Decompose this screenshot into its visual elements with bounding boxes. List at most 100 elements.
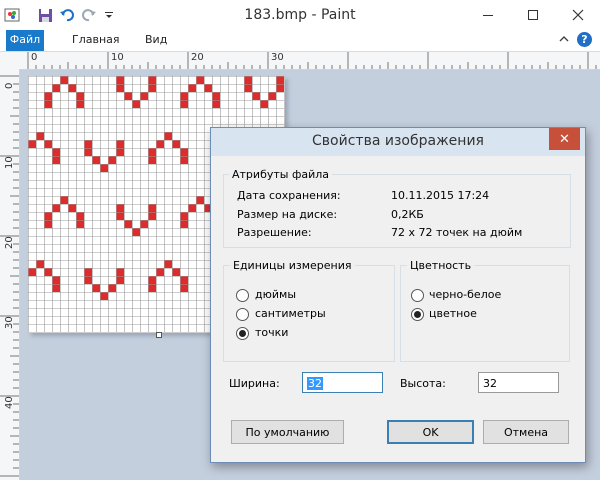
- minimize-icon[interactable]: [465, 0, 510, 30]
- red-pixel: [180, 220, 188, 228]
- red-pixel: [52, 148, 60, 156]
- ruler-label: 10: [111, 52, 124, 63]
- red-pixel: [180, 156, 188, 164]
- red-pixel: [204, 84, 212, 92]
- title-bar: 183.bmp - Paint: [0, 0, 600, 31]
- color-mode-bw-label[interactable]: черно-белое: [429, 288, 501, 301]
- ruler-label: 20: [191, 52, 204, 63]
- red-pixel: [76, 220, 84, 228]
- red-pixel: [52, 276, 60, 284]
- red-pixel: [180, 276, 188, 284]
- cancel-button[interactable]: Отмена: [483, 420, 569, 444]
- help-icon[interactable]: ?: [577, 32, 592, 47]
- red-pixel: [92, 156, 100, 164]
- tab-file[interactable]: Файл: [6, 30, 44, 51]
- red-pixel: [260, 100, 268, 108]
- units-centimeters-radio[interactable]: [236, 308, 249, 321]
- red-pixel: [172, 268, 180, 276]
- red-pixel: [116, 276, 124, 284]
- red-pixel: [164, 132, 172, 140]
- red-pixel: [212, 92, 220, 100]
- red-pixel: [36, 260, 44, 268]
- red-pixel: [44, 220, 52, 228]
- units-inches-label[interactable]: дюймы: [255, 288, 296, 301]
- chevron-up-icon[interactable]: [558, 33, 570, 48]
- color-mode-bw-radio[interactable]: [411, 289, 424, 302]
- red-pixel: [116, 140, 124, 148]
- red-pixel: [100, 292, 108, 300]
- red-pixel: [140, 220, 148, 228]
- red-pixel: [180, 148, 188, 156]
- units-pixels-label[interactable]: точки: [255, 326, 288, 339]
- red-pixel: [212, 100, 220, 108]
- ruler-label: 40: [4, 396, 15, 409]
- ruler-label: 10: [4, 156, 15, 169]
- height-label: Высота:: [400, 377, 446, 390]
- color-mode-color-radio[interactable]: [411, 308, 424, 321]
- red-pixel: [148, 148, 156, 156]
- dialog-title: Свойства изображения: [312, 133, 484, 149]
- red-pixel: [252, 92, 260, 100]
- color-mode-legend: Цветность: [407, 259, 475, 272]
- red-pixel: [68, 84, 76, 92]
- horizontal-ruler: 0 10 20 30: [20, 52, 600, 70]
- red-pixel: [148, 284, 156, 292]
- red-pixel: [44, 212, 52, 220]
- red-pixel: [76, 100, 84, 108]
- red-pixel: [148, 276, 156, 284]
- ribbon-tabs: Файл Главная Вид ?: [0, 30, 600, 52]
- tab-view[interactable]: Вид: [135, 30, 177, 51]
- red-pixel: [244, 76, 252, 84]
- red-pixel: [132, 100, 140, 108]
- ruler-label: 0: [4, 82, 15, 89]
- height-field[interactable]: 32: [478, 372, 559, 393]
- units-centimeters-label[interactable]: сантиметры: [255, 307, 326, 320]
- red-pixel: [28, 268, 36, 276]
- red-pixel: [84, 268, 92, 276]
- height-value: 32: [483, 377, 497, 390]
- ruler-label: 30: [271, 52, 284, 63]
- red-pixel: [196, 196, 204, 204]
- red-pixel: [276, 84, 284, 92]
- red-pixel: [28, 140, 36, 148]
- date-saved-label: Дата сохранения:: [237, 189, 341, 202]
- red-pixel: [148, 204, 156, 212]
- red-pixel: [116, 76, 124, 84]
- red-pixel: [148, 76, 156, 84]
- units-inches-radio[interactable]: [236, 289, 249, 302]
- red-pixel: [268, 92, 276, 100]
- red-pixel: [116, 84, 124, 92]
- color-mode-color-label[interactable]: цветное: [429, 307, 477, 320]
- red-pixel: [180, 92, 188, 100]
- red-pixel: [116, 204, 124, 212]
- red-pixel: [44, 140, 52, 148]
- close-icon[interactable]: ✕: [549, 128, 580, 150]
- width-field[interactable]: 32: [302, 372, 383, 393]
- ok-button[interactable]: OK: [387, 420, 474, 444]
- red-pixel: [244, 84, 252, 92]
- units-pixels-radio[interactable]: [236, 327, 249, 340]
- tab-home[interactable]: Главная: [62, 30, 130, 51]
- red-pixel: [68, 204, 76, 212]
- red-pixel: [36, 132, 44, 140]
- red-pixel: [108, 156, 116, 164]
- red-pixel: [156, 268, 164, 276]
- red-pixel: [76, 92, 84, 100]
- default-button[interactable]: По умолчанию: [231, 420, 344, 444]
- red-pixel: [180, 284, 188, 292]
- image-properties-dialog: Свойства изображения ✕ Атрибуты файла Да…: [210, 127, 586, 463]
- red-pixel: [92, 284, 100, 292]
- red-pixel: [52, 156, 60, 164]
- red-pixel: [52, 84, 60, 92]
- color-mode-group: [400, 265, 570, 362]
- red-pixel: [52, 204, 60, 212]
- red-pixel: [84, 140, 92, 148]
- resize-handle-bottom[interactable]: [156, 332, 162, 338]
- red-pixel: [148, 212, 156, 220]
- ruler-label: 20: [4, 236, 15, 249]
- units-legend: Единицы измерения: [230, 259, 355, 272]
- maximize-icon[interactable]: [510, 0, 555, 30]
- width-label: Ширина:: [229, 377, 280, 390]
- close-window-icon[interactable]: [555, 0, 600, 30]
- resolution-value: 72 x 72 точек на дюйм: [391, 226, 523, 239]
